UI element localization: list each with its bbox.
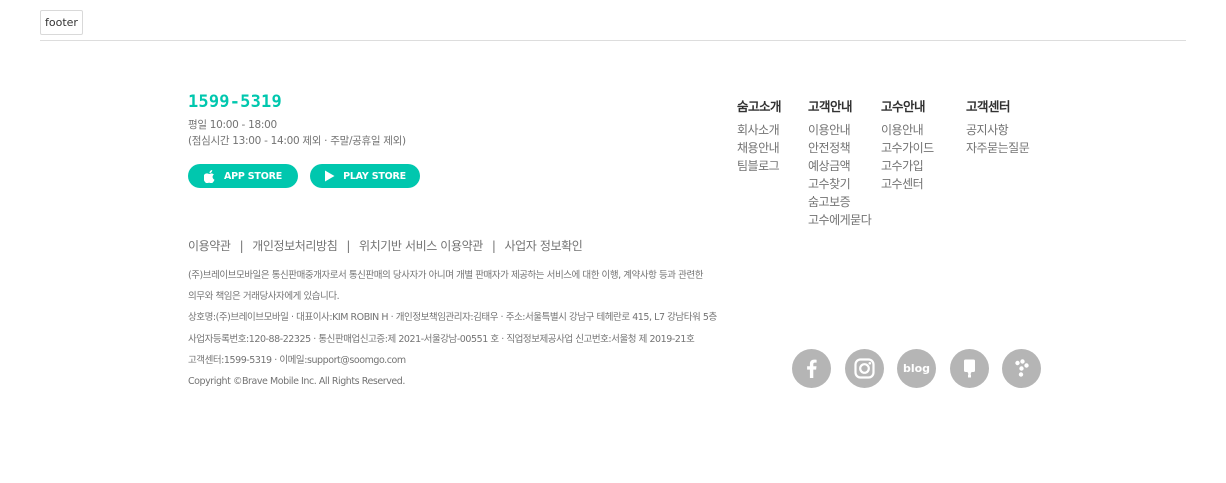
nav-link[interactable]: 고수가이드 bbox=[881, 139, 934, 157]
nav-column-title: 고객센터 bbox=[966, 99, 1011, 114]
social-links: blog bbox=[792, 349, 1041, 388]
play-icon bbox=[325, 170, 335, 182]
copyright: Copyright ©Brave Mobile Inc. All Rights … bbox=[188, 376, 405, 388]
legal-line: (주)브레이브모바일은 통신판매중개자로서 통신판매의 당사자가 아니며 개별 … bbox=[188, 270, 704, 281]
kakao-story-icon[interactable] bbox=[1002, 349, 1041, 388]
hours-text: 평일 10:00 - 18:00 bbox=[188, 119, 277, 131]
nav-column-pro: 고수안내 이용안내 고수가이드 고수가입 고수센터 bbox=[881, 98, 934, 193]
nav-link[interactable]: 고수센터 bbox=[881, 175, 934, 193]
nav-link[interactable]: 고수찾기 bbox=[808, 175, 871, 193]
nav-link[interactable]: 안전정책 bbox=[808, 139, 871, 157]
nav-column-company: 숨고소개 회사소개 채용안내 팀블로그 bbox=[737, 98, 782, 175]
app-store-label: APP STORE bbox=[224, 170, 282, 182]
nav-column-title: 고수안내 bbox=[881, 99, 926, 114]
nav-column-customer: 고객안내 이용안내 안전정책 예상금액 고수찾기 숨고보증 고수에게묻다 bbox=[808, 98, 872, 229]
legal-line: 고객센터:1599-5319 · 이메일:support@soomgo.com bbox=[188, 354, 406, 366]
nav-link[interactable]: 예상금액 bbox=[808, 157, 871, 175]
apple-icon bbox=[204, 169, 215, 183]
legal-line: 상호명:(주)브레이브모바일 · 대표이사:KIM ROBIN H · 개인정보… bbox=[188, 312, 717, 324]
nav-link[interactable]: 고수가입 bbox=[881, 157, 934, 175]
nav-link[interactable]: 이용안내 bbox=[881, 121, 934, 139]
legal-line: 사업자등록번호:120-88-22325 · 통신판매업신고증:제 2021-서… bbox=[188, 333, 695, 345]
customer-phone: 1599-5319 bbox=[188, 92, 282, 112]
nav-column-title: 고객안내 bbox=[808, 99, 853, 114]
privacy-link[interactable]: 개인정보처리방침 bbox=[252, 239, 338, 253]
nav-column-title: 숨고소개 bbox=[737, 99, 782, 114]
policy-links: 이용약관 | 개인정보처리방침 | 위치기반 서비스 이용약관 | 사업자 정보확인 bbox=[188, 237, 583, 254]
separator: | bbox=[239, 239, 244, 253]
hours-note: (점심시간 13:00 - 14:00 제외 · 주말/공휴일 제외) bbox=[188, 135, 406, 147]
terms-link[interactable]: 이용약관 bbox=[188, 239, 231, 253]
naver-post-icon[interactable] bbox=[949, 349, 989, 388]
nav-link[interactable]: 고수에게묻다 bbox=[808, 211, 872, 229]
location-terms-link[interactable]: 위치기반 서비스 이용약관 bbox=[359, 239, 483, 253]
nav-link[interactable]: 공지사항 bbox=[966, 121, 1029, 139]
nav-link[interactable]: 팀블로그 bbox=[737, 157, 781, 175]
nav-link[interactable]: 자주묻는질문 bbox=[966, 139, 1030, 157]
instagram-icon[interactable] bbox=[844, 349, 884, 388]
nav-link[interactable]: 숨고보증 bbox=[808, 193, 871, 211]
debug-tag: footer bbox=[40, 10, 83, 35]
separator: | bbox=[346, 239, 350, 253]
business-info-link[interactable]: 사업자 정보확인 bbox=[505, 239, 583, 253]
legal-info: (주)브레이브모바일은 통신판매중개자로서 통신판매의 당사자가 아니며 개별 … bbox=[188, 265, 717, 392]
divider bbox=[40, 40, 1186, 41]
play-store-label: PLAY STORE bbox=[343, 170, 406, 182]
nav-link[interactable]: 채용안내 bbox=[737, 139, 781, 157]
play-store-button[interactable]: PLAY STORE bbox=[310, 164, 420, 188]
legal-line: 의무와 책임은 거래당사자에게 있습니다. bbox=[188, 291, 340, 303]
facebook-icon[interactable] bbox=[792, 349, 831, 388]
nav-link[interactable]: 회사소개 bbox=[737, 121, 781, 139]
separator: | bbox=[491, 239, 496, 253]
svg-text:blog: blog bbox=[903, 362, 930, 375]
nav-column-support: 고객센터 공지사항 자주묻는질문 bbox=[966, 98, 1030, 157]
app-store-button[interactable]: APP STORE bbox=[188, 164, 298, 188]
nav-link[interactable]: 이용안내 bbox=[808, 121, 871, 139]
business-hours: 평일 10:00 - 18:00 (점심시간 13:00 - 14:00 제외 … bbox=[188, 117, 406, 149]
blog-icon[interactable]: blog bbox=[897, 349, 936, 388]
